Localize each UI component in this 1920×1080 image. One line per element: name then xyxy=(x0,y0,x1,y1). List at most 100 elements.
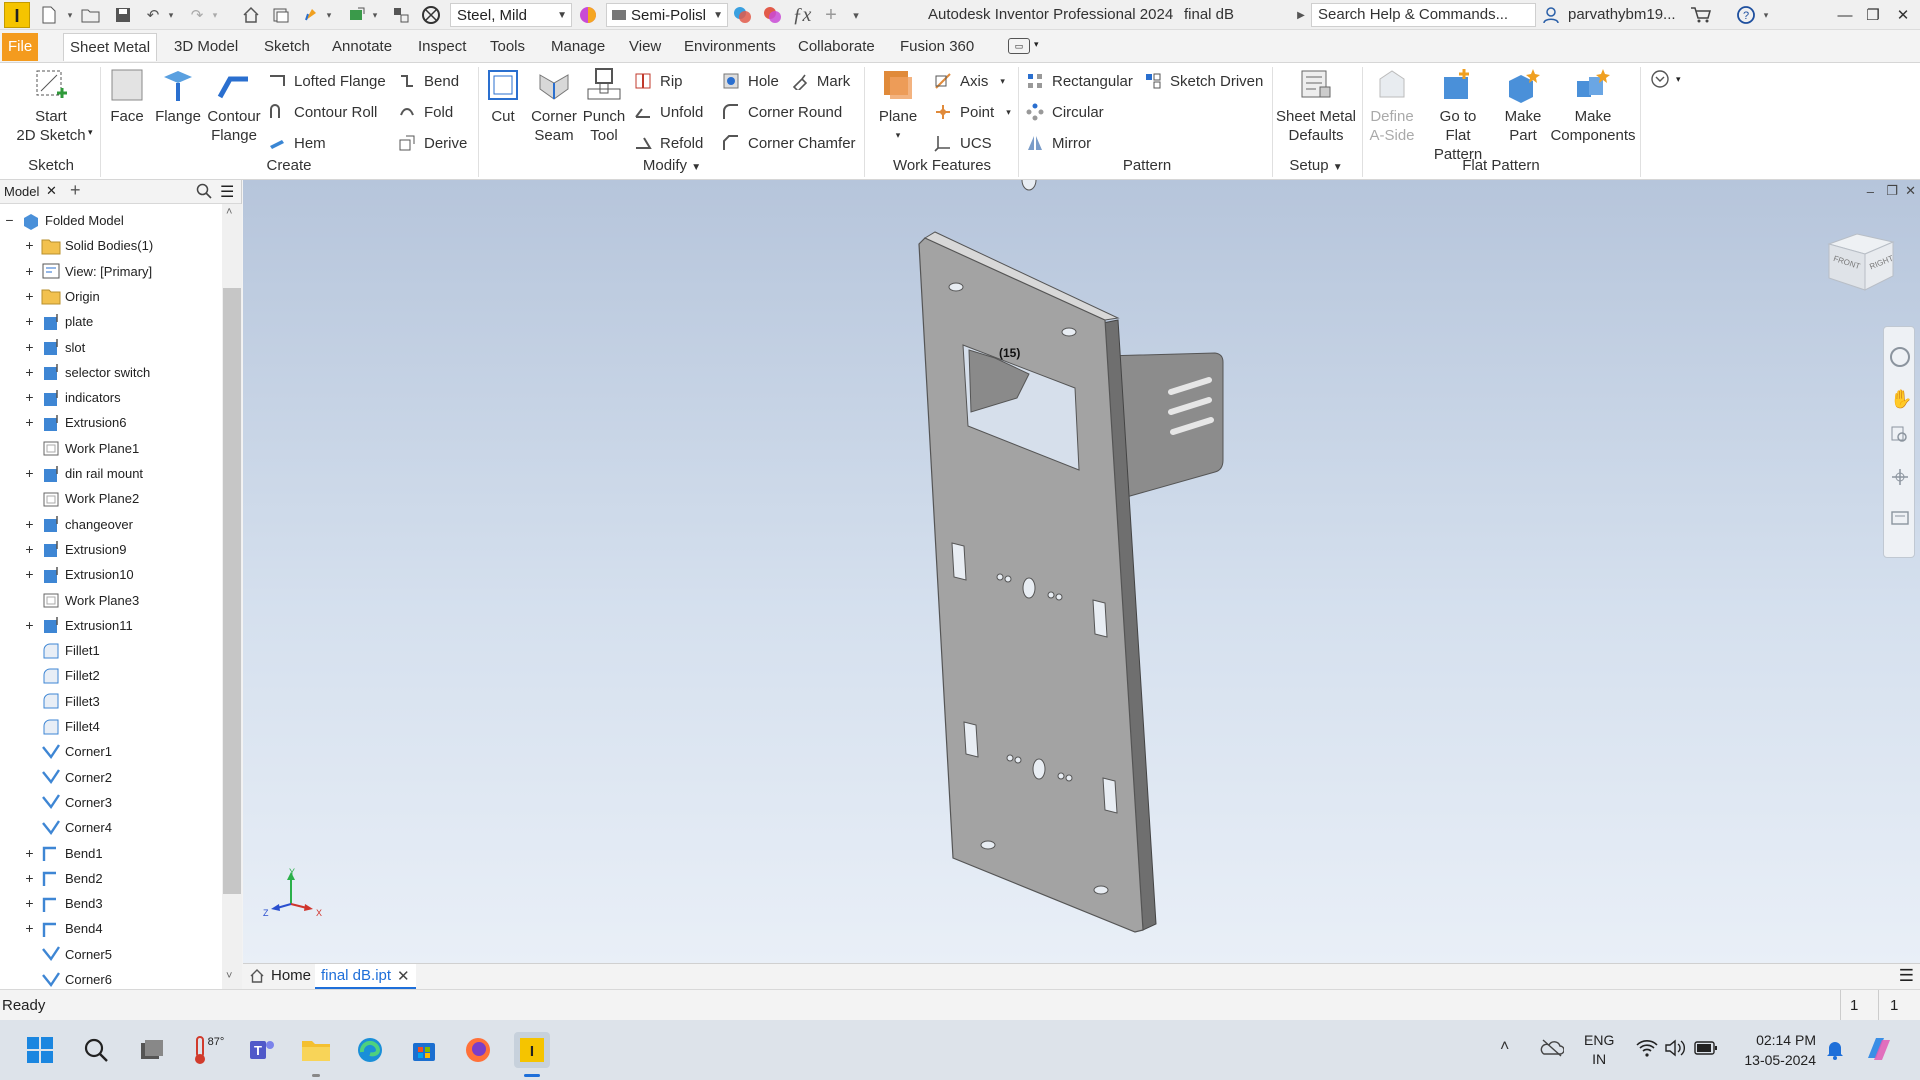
save-icon[interactable] xyxy=(112,4,134,26)
tree-item-bend3[interactable]: + Bend3 xyxy=(24,891,103,916)
home-tab[interactable]: Home xyxy=(249,967,311,984)
update-icon[interactable] xyxy=(346,4,368,26)
notification-bell-icon[interactable] xyxy=(1826,1040,1844,1064)
unfold-button[interactable]: Unfold xyxy=(634,100,714,124)
expand-toggle-icon[interactable]: + xyxy=(24,517,35,531)
tree-item-work-plane1[interactable]: Work Plane1 xyxy=(24,436,139,461)
circular-pattern-button[interactable]: Circular xyxy=(1026,100,1146,124)
tree-item-extrusion9[interactable]: + Extrusion9 xyxy=(24,537,126,562)
scroll-down-icon[interactable]: ˅ xyxy=(226,970,232,982)
onedrive-icon[interactable] xyxy=(1540,1038,1565,1062)
tree-item-origin[interactable]: + Origin xyxy=(24,284,100,309)
graphics-viewport[interactable]: – ❐ ✕ (15) FRONT RIGHT ✋ Y X Z xyxy=(243,180,1920,963)
close-browser-tab-icon[interactable]: ✕ xyxy=(46,183,57,199)
contour-roll-button[interactable]: Contour Roll xyxy=(268,100,388,124)
ribbon-display-dropdown-icon[interactable]: ▾ xyxy=(1034,39,1039,50)
tree-item-indicators[interactable]: + indicators xyxy=(24,385,121,410)
user-icon[interactable] xyxy=(1540,4,1562,26)
orbit-icon[interactable] xyxy=(1890,467,1910,491)
customize-quick-access-icon[interactable]: ▾ xyxy=(846,4,866,26)
expand-toggle-icon[interactable]: + xyxy=(24,238,35,252)
sheet-metal-defaults-button[interactable]: Sheet Metal Defaults xyxy=(1274,67,1358,145)
adjust-appearance-icon[interactable] xyxy=(730,4,754,26)
inventor-logo-icon[interactable]: I xyxy=(4,2,30,28)
tree-item-bend2[interactable]: + Bend2 xyxy=(24,866,103,891)
final-db-file-tab[interactable]: final dB.ipt ✕ xyxy=(315,964,416,989)
help-icon[interactable]: ? xyxy=(1734,4,1758,26)
expand-toggle-icon[interactable]: + xyxy=(24,567,35,581)
expand-toggle-icon[interactable]: + xyxy=(24,289,35,303)
ribbon-display-toggle-icon[interactable]: ▭ xyxy=(1008,38,1030,54)
expand-toggle-icon[interactable]: + xyxy=(24,264,35,278)
tab-model[interactable]: Model xyxy=(4,184,39,199)
ucs-button[interactable]: UCS xyxy=(934,131,1014,155)
firefox-icon[interactable] xyxy=(460,1032,496,1068)
clock[interactable]: 02:14 PM 13-05-2024 xyxy=(1738,1030,1816,1070)
tree-item-corner1[interactable]: Corner1 xyxy=(24,739,112,764)
tab-view[interactable]: View xyxy=(623,33,667,61)
cut-button[interactable]: Cut xyxy=(482,67,524,126)
start-2d-sketch-button[interactable]: Start 2D Sketch xyxy=(6,67,96,145)
ribbon-options-button[interactable]: ▾ xyxy=(1650,69,1681,89)
update-dropdown-icon[interactable]: ▾ xyxy=(370,4,380,26)
define-a-side-button[interactable]: Define A-Side xyxy=(1364,67,1420,145)
return-icon[interactable] xyxy=(300,4,322,26)
expand-toggle-icon[interactable]: − xyxy=(4,213,15,227)
display-style-icon[interactable] xyxy=(420,4,442,26)
tab-file[interactable]: File xyxy=(2,33,39,61)
tree-item-changeover[interactable]: + changeover xyxy=(24,512,133,537)
appearance-select[interactable]: Semi-Polisl ▼ xyxy=(606,3,728,27)
tab-sheet-metal[interactable]: Sheet Metal xyxy=(63,33,158,61)
tree-item-work-plane3[interactable]: Work Plane3 xyxy=(24,588,139,613)
weather-widget[interactable]: 87° xyxy=(188,1032,228,1068)
expand-toggle-icon[interactable]: + xyxy=(24,542,35,556)
edge-icon[interactable] xyxy=(352,1032,388,1068)
tree-item-work-plane2[interactable]: Work Plane2 xyxy=(24,486,139,511)
tab-fusion-360[interactable]: Fusion 360 xyxy=(894,33,980,61)
expand-toggle-icon[interactable]: + xyxy=(24,871,35,885)
sketch-driven-button[interactable]: Sketch Driven xyxy=(1144,69,1274,93)
tree-item-extrusion10[interactable]: + Extrusion10 xyxy=(24,562,134,587)
zoom-icon[interactable] xyxy=(1890,425,1910,449)
setup-panel-label[interactable]: Setup ▼ xyxy=(1274,157,1358,174)
expand-toggle-icon[interactable]: + xyxy=(24,365,35,379)
material-select[interactable]: Steel, Mild ▼ xyxy=(450,3,572,27)
expand-toggle-icon[interactable]: + xyxy=(24,921,35,935)
expand-toggle-icon[interactable]: + xyxy=(24,466,35,480)
tab-inspect[interactable]: Inspect xyxy=(412,33,472,61)
wifi-icon[interactable] xyxy=(1636,1038,1658,1062)
sketch-dropdown-icon[interactable]: ▾ xyxy=(88,127,93,138)
corner-seam-button[interactable]: Corner Seam xyxy=(528,67,580,145)
contour-flange-button[interactable]: Contour Flange xyxy=(204,67,264,145)
undo-dropdown-icon[interactable]: ▾ xyxy=(166,4,176,26)
close-icon[interactable]: ✕ xyxy=(1888,0,1918,30)
minimize-icon[interactable]: — xyxy=(1830,0,1860,30)
chevron-right-icon[interactable]: ▶ xyxy=(1294,4,1308,26)
tab-collaborate[interactable]: Collaborate xyxy=(792,33,881,61)
tree-item-selector-switch[interactable]: + selector switch xyxy=(24,360,150,385)
tab-tools[interactable]: Tools xyxy=(484,33,531,61)
inventor-taskbar-icon[interactable]: I xyxy=(514,1032,550,1068)
file-explorer-icon[interactable] xyxy=(298,1032,334,1068)
derive-button[interactable]: Derive xyxy=(398,131,478,155)
tree-item-fillet3[interactable]: Fillet3 xyxy=(24,689,100,714)
language-indicator[interactable]: ENG IN xyxy=(1584,1031,1614,1069)
browser-menu-icon[interactable]: ☰ xyxy=(220,182,234,202)
parameters-fx-icon[interactable]: ƒx xyxy=(790,4,814,26)
tree-item-fillet1[interactable]: Fillet1 xyxy=(24,638,100,663)
browser-search-icon[interactable] xyxy=(196,183,212,203)
scroll-up-icon[interactable]: ˄ xyxy=(226,206,232,218)
rectangular-pattern-button[interactable]: Rectangular xyxy=(1026,69,1146,93)
copilot-icon[interactable] xyxy=(1864,1034,1894,1068)
tab-3d-model[interactable]: 3D Model xyxy=(168,33,244,61)
flange-button[interactable]: Flange xyxy=(152,67,204,126)
tab-sketch[interactable]: Sketch xyxy=(258,33,316,61)
expand-toggle-icon[interactable]: + xyxy=(24,846,35,860)
task-view-icon[interactable] xyxy=(134,1032,170,1068)
plane-button[interactable]: Plane ▾ xyxy=(870,67,926,145)
bend-button[interactable]: Bend xyxy=(398,69,478,93)
expand-toggle-icon[interactable]: + xyxy=(24,618,35,632)
make-components-button[interactable]: Make Components xyxy=(1548,67,1638,145)
hem-button[interactable]: Hem xyxy=(268,131,388,155)
scroll-thumb[interactable] xyxy=(223,288,241,894)
